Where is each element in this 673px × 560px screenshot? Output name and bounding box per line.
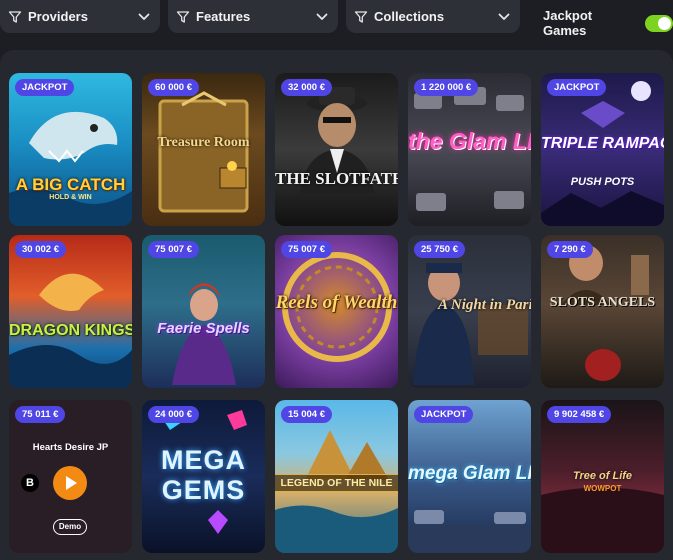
game-tile-reels-of-wealth[interactable]: Reels of Wealth 75 007 € [275, 235, 398, 388]
collections-filter[interactable]: Collections [346, 0, 520, 33]
jackpot-badge: JACKPOT [547, 79, 607, 96]
features-label: Features [196, 9, 251, 24]
jackpot-games-switch: Jackpot Games [543, 8, 673, 38]
game-title: A BIG CATCH [15, 175, 126, 194]
funnel-icon [354, 10, 368, 23]
game-subtitle: HOLD & WIN [49, 194, 92, 201]
game-title: LEGEND OF THE NILE [275, 474, 398, 492]
demo-button[interactable]: Demo [53, 519, 87, 535]
features-filter[interactable]: Features [168, 0, 338, 33]
game-subtitle: WOWPOT [583, 484, 622, 493]
jackpot-amount-badge: 60 000 € [148, 79, 199, 96]
game-tile-triple-rampage[interactable]: TRIPLE RAMPAGE PUSH POTS JACKPOT [541, 73, 664, 226]
game-tile-mega-gems[interactable]: MEGA GEMS 24 000 € [142, 400, 265, 553]
game-title: A Night in Paris [438, 297, 531, 313]
jackpot-badge: JACKPOT [15, 79, 75, 96]
chevron-down-icon [138, 13, 150, 20]
game-subtitle: PUSH POTS [570, 176, 635, 188]
game-title: Hearts Desire JP [32, 442, 109, 453]
game-tile-mega-glam-life[interactable]: mega Glam LIFE JACKPOT [408, 400, 531, 553]
game-tile-legend-of-the-nile[interactable]: LEGEND OF THE NILE 15 004 € [275, 400, 398, 553]
play-button[interactable] [53, 466, 87, 500]
game-tile-slots-angels[interactable]: SLOTS ANGELS 7 290 € [541, 235, 664, 388]
providers-label: Providers [28, 9, 88, 24]
game-tile-the-glam-life[interactable]: the Glam LIFE 1 220 000 € [408, 73, 531, 226]
jackpot-amount-badge: 1 220 000 € [414, 79, 479, 96]
game-title: the Glam LIFE [408, 128, 531, 154]
play-icon [66, 476, 77, 490]
jackpot-amount-badge: 75 007 € [281, 241, 332, 258]
providers-filter[interactable]: Providers [0, 0, 160, 33]
funnel-icon [176, 10, 190, 23]
game-title: THE SLOTFATHER [275, 169, 398, 188]
game-title: TRIPLE RAMPAGE [541, 135, 664, 152]
collections-label: Collections [374, 9, 445, 24]
game-title: Tree of Life [572, 470, 633, 482]
provider-logo-icon: B [21, 474, 39, 492]
game-tile-a-night-in-paris[interactable]: A Night in Paris 25 750 € [408, 235, 531, 388]
jackpot-amount-badge: 9 902 458 € [547, 406, 612, 423]
jackpot-amount-badge: 32 000 € [281, 79, 332, 96]
game-tile-the-slotfather[interactable]: THE SLOTFATHER 32 000 € [275, 73, 398, 226]
games-grid: A BIG CATCH HOLD & WIN JACKPOT Treasure … [0, 50, 673, 560]
game-title: Treasure Room [157, 135, 250, 150]
jackpot-games-toggle[interactable] [644, 14, 673, 32]
jackpot-amount-badge: 15 004 € [281, 406, 332, 423]
game-tile-tree-of-life[interactable]: Tree of Life WOWPOT 9 902 458 € [541, 400, 664, 553]
game-tile-treasure-room[interactable]: Treasure Room 60 000 € [142, 73, 265, 226]
game-tile-dragon-kings[interactable]: DRAGON KINGS 30 002 € [9, 235, 132, 388]
jackpot-amount-badge: 75 011 € [15, 406, 66, 423]
jackpot-games-label: Jackpot Games [543, 8, 593, 38]
jackpot-amount-badge: 24 000 € [148, 406, 199, 423]
game-title: MEGA GEMS [161, 445, 246, 505]
funnel-icon [8, 10, 22, 23]
jackpot-amount-badge: 7 290 € [547, 241, 593, 258]
filter-bar: Providers Features Collections Jackpot G… [0, 0, 673, 38]
game-title: Reels of Wealth [275, 292, 398, 313]
game-tile-faerie-spells[interactable]: Faerie Spells 75 007 € [142, 235, 265, 388]
game-tile-a-big-catch[interactable]: A BIG CATCH HOLD & WIN JACKPOT [9, 73, 132, 226]
game-title: SLOTS ANGELS [549, 295, 656, 310]
game-tile-hearts-desire-jp[interactable]: Hearts Desire JP B Demo 75 011 € [9, 400, 132, 553]
jackpot-amount-badge: 30 002 € [15, 241, 66, 258]
jackpot-badge: JACKPOT [414, 406, 474, 423]
game-title: Faerie Spells [157, 320, 250, 337]
game-title: mega Glam LIFE [408, 463, 531, 484]
game-title: DRAGON KINGS [9, 322, 132, 339]
toggle-knob [658, 16, 671, 30]
chevron-down-icon [498, 13, 510, 20]
jackpot-amount-badge: 75 007 € [148, 241, 199, 258]
chevron-down-icon [316, 13, 328, 20]
jackpot-amount-badge: 25 750 € [414, 241, 465, 258]
